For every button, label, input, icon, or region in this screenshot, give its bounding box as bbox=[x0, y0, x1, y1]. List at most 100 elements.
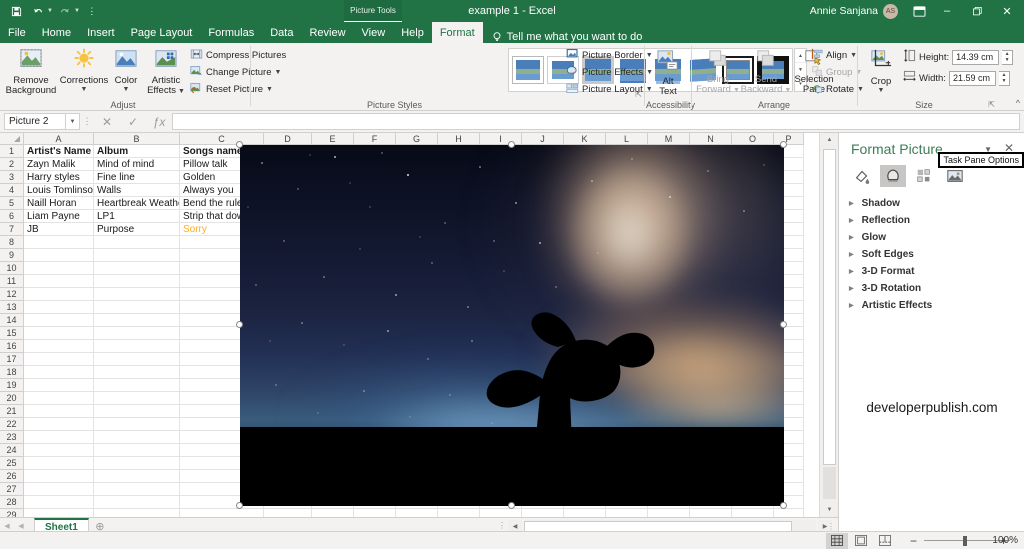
cell-B23[interactable] bbox=[94, 431, 180, 444]
avatar[interactable]: AS bbox=[883, 3, 898, 19]
selection-handle-bottom-center[interactable] bbox=[508, 502, 515, 509]
selection-handle-top-right[interactable] bbox=[780, 141, 787, 148]
cell-A19[interactable] bbox=[24, 379, 94, 392]
row-header-8[interactable]: 8 bbox=[0, 236, 24, 249]
cell-B28[interactable] bbox=[94, 496, 180, 509]
picture-styles-dialog-launcher[interactable]: ⇱ bbox=[635, 90, 642, 99]
cell-B19[interactable] bbox=[94, 379, 180, 392]
insert-function-icon[interactable]: ƒx bbox=[146, 113, 172, 131]
vertical-scroll-thumb[interactable] bbox=[823, 149, 836, 465]
fill-line-tab[interactable] bbox=[849, 165, 875, 187]
picture-style-1[interactable] bbox=[512, 56, 544, 84]
column-header-P[interactable]: P bbox=[774, 133, 804, 145]
cell-A17[interactable] bbox=[24, 353, 94, 366]
row-header-26[interactable]: 26 bbox=[0, 470, 24, 483]
cell-A23[interactable] bbox=[24, 431, 94, 444]
section-reflection[interactable]: ▶ Reflection bbox=[839, 212, 1024, 229]
row-header-22[interactable]: 22 bbox=[0, 418, 24, 431]
color-button[interactable]: Color ▼ bbox=[110, 45, 142, 94]
vertical-scroll-page-region[interactable] bbox=[823, 467, 836, 499]
row-header-12[interactable]: 12 bbox=[0, 288, 24, 301]
customize-qat-icon[interactable]: ⋮ bbox=[82, 2, 102, 20]
cell-A27[interactable] bbox=[24, 483, 94, 496]
cell-C29[interactable] bbox=[180, 509, 264, 517]
row-header-2[interactable]: 2 bbox=[0, 158, 24, 171]
corrections-button[interactable]: Corrections ▼ bbox=[60, 45, 108, 94]
cell-A15[interactable] bbox=[24, 327, 94, 340]
milky-way-night-sky-photo[interactable] bbox=[240, 145, 784, 506]
restore-button[interactable] bbox=[962, 0, 992, 22]
row-header-7[interactable]: 7 bbox=[0, 223, 24, 236]
page-layout-view-button[interactable] bbox=[850, 533, 872, 549]
row-header-6[interactable]: 6 bbox=[0, 210, 24, 223]
row-header-29[interactable]: 29 bbox=[0, 509, 24, 517]
row-header-21[interactable]: 21 bbox=[0, 405, 24, 418]
selection-handle-middle-right[interactable] bbox=[780, 321, 787, 328]
column-header-L[interactable]: L bbox=[606, 133, 648, 145]
cell-O29[interactable] bbox=[732, 509, 774, 517]
cell-B3[interactable]: Fine line bbox=[94, 171, 180, 184]
enter-icon[interactable]: ✓ bbox=[120, 113, 146, 131]
scroll-up-icon[interactable]: ▲ bbox=[820, 133, 839, 147]
save-icon[interactable] bbox=[6, 2, 26, 20]
cell-A21[interactable] bbox=[24, 405, 94, 418]
width-input[interactable]: 21.59 cm bbox=[948, 70, 996, 86]
row-header-23[interactable]: 23 bbox=[0, 431, 24, 444]
row-header-10[interactable]: 10 bbox=[0, 262, 24, 275]
column-header-C[interactable]: C bbox=[180, 133, 264, 145]
cell-D29[interactable] bbox=[264, 509, 312, 517]
row-header-20[interactable]: 20 bbox=[0, 392, 24, 405]
row-header-24[interactable]: 24 bbox=[0, 444, 24, 457]
table-row[interactable] bbox=[24, 509, 804, 517]
undo-dropdown-icon[interactable]: ▼ bbox=[47, 8, 53, 14]
cell-B21[interactable] bbox=[94, 405, 180, 418]
zoom-slider-thumb[interactable] bbox=[963, 536, 967, 546]
row-header-18[interactable]: 18 bbox=[0, 366, 24, 379]
cell-B29[interactable] bbox=[94, 509, 180, 517]
column-header-D[interactable]: D bbox=[264, 133, 312, 145]
column-header-E[interactable]: E bbox=[312, 133, 354, 145]
tab-home[interactable]: Home bbox=[34, 22, 79, 43]
tab-review[interactable]: Review bbox=[301, 22, 353, 43]
cell-A13[interactable] bbox=[24, 301, 94, 314]
align-button[interactable]: Align ▼ bbox=[811, 47, 857, 63]
row-header-19[interactable]: 19 bbox=[0, 379, 24, 392]
column-header-M[interactable]: M bbox=[648, 133, 690, 145]
cell-B14[interactable] bbox=[94, 314, 180, 327]
section-3d-format[interactable]: ▶ 3-D Format bbox=[839, 263, 1024, 280]
cell-G29[interactable] bbox=[396, 509, 438, 517]
remove-background-button[interactable]: Remove Background bbox=[4, 45, 58, 97]
cell-B13[interactable] bbox=[94, 301, 180, 314]
cell-B17[interactable] bbox=[94, 353, 180, 366]
artistic-effects-button[interactable]: Artistic Effects ▼ bbox=[144, 45, 188, 97]
row-header-4[interactable]: 4 bbox=[0, 184, 24, 197]
select-all-button[interactable] bbox=[0, 133, 24, 145]
column-header-N[interactable]: N bbox=[690, 133, 732, 145]
cell-B7[interactable]: Purpose bbox=[94, 223, 180, 236]
size-dialog-launcher[interactable]: ⇱ bbox=[988, 100, 995, 109]
cell-E29[interactable] bbox=[312, 509, 354, 517]
cell-B26[interactable] bbox=[94, 470, 180, 483]
picture-effects-button[interactable]: Picture Effects ▼ bbox=[566, 64, 653, 80]
cell-A24[interactable] bbox=[24, 444, 94, 457]
cell-M29[interactable] bbox=[648, 509, 690, 517]
crop-button[interactable]: Crop ▼ bbox=[864, 46, 898, 95]
name-box[interactable]: Picture 2 bbox=[4, 113, 66, 130]
column-header-B[interactable]: B bbox=[94, 133, 180, 145]
rotate-button[interactable]: Rotate ▼ bbox=[811, 81, 864, 97]
cell-J29[interactable] bbox=[522, 509, 564, 517]
cell-A3[interactable]: Harry styles bbox=[24, 171, 94, 184]
zoom-level-label[interactable]: 100% bbox=[992, 535, 1018, 546]
section-shadow[interactable]: ▶ Shadow bbox=[839, 195, 1024, 212]
cell-A25[interactable] bbox=[24, 457, 94, 470]
section-artistic-effects[interactable]: ▶ Artistic Effects bbox=[839, 297, 1024, 314]
selection-handle-bottom-left[interactable] bbox=[236, 502, 243, 509]
section-3d-rotation[interactable]: ▶ 3-D Rotation bbox=[839, 280, 1024, 297]
picture-border-button[interactable]: Picture Border ▼ bbox=[566, 47, 653, 63]
size-properties-tab[interactable] bbox=[911, 165, 937, 187]
row-header-27[interactable]: 27 bbox=[0, 483, 24, 496]
tab-help[interactable]: Help bbox=[393, 22, 432, 43]
cell-B5[interactable]: Heartbreak Weather bbox=[94, 197, 180, 210]
cell-B4[interactable]: Walls bbox=[94, 184, 180, 197]
effects-tab[interactable] bbox=[880, 165, 906, 187]
